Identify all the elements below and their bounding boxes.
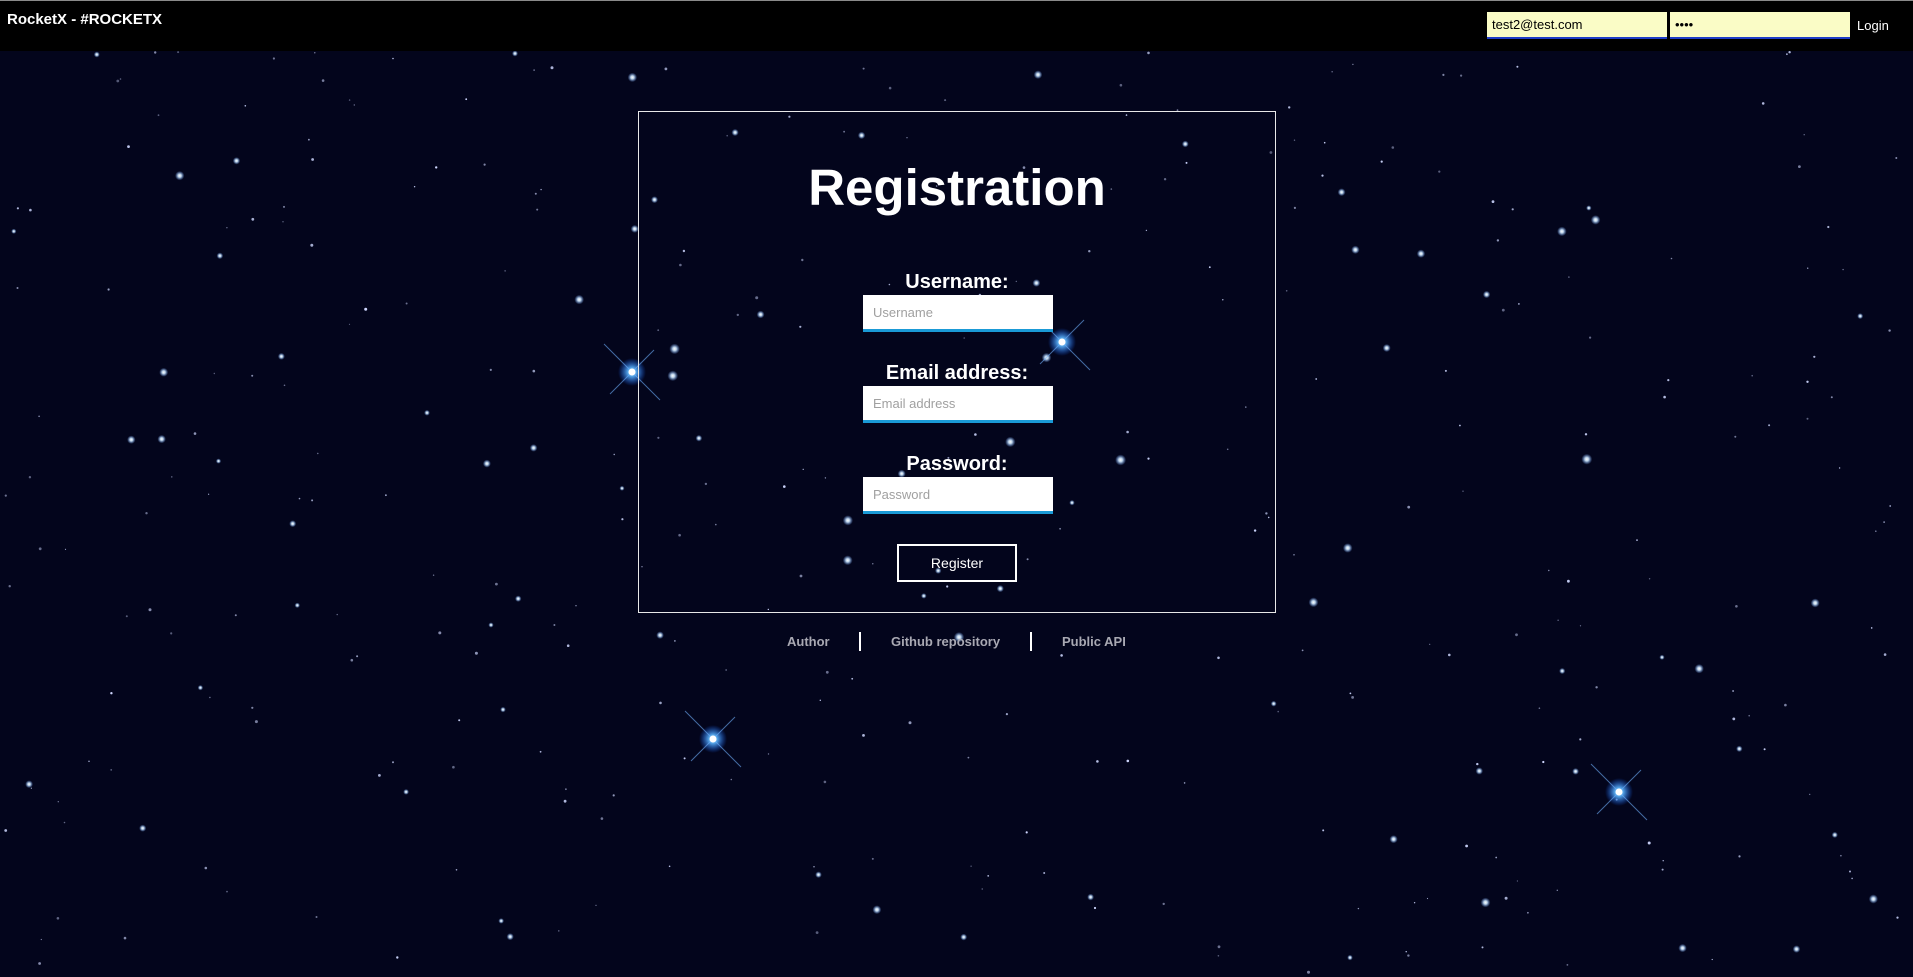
login-email-input[interactable] — [1487, 12, 1667, 39]
footer-github-link[interactable]: Github repository — [891, 634, 1000, 649]
footer-api-link[interactable]: Public API — [1062, 634, 1126, 649]
register-button[interactable]: Register — [897, 544, 1017, 582]
email-label: Email address: — [885, 362, 1029, 384]
footer-links: Author Github repository Public API — [0, 632, 1913, 652]
brand-title: RocketX - #ROCKETX — [7, 11, 163, 28]
footer-author-link[interactable]: Author — [787, 634, 830, 649]
login-password-input[interactable] — [1670, 12, 1850, 39]
registration-panel: Registration Username: Email address: Pa… — [638, 111, 1276, 613]
footer-separator — [1030, 632, 1032, 651]
username-label: Username: — [905, 271, 1009, 293]
top-navbar: RocketX - #ROCKETX Login — [0, 0, 1913, 51]
username-input[interactable] — [863, 295, 1053, 332]
footer-separator — [859, 632, 861, 651]
page-title: Registration — [808, 159, 1106, 216]
login-button[interactable]: Login — [1855, 14, 1891, 36]
password-input[interactable] — [863, 477, 1053, 514]
password-label: Password: — [906, 453, 1008, 475]
email-input[interactable] — [863, 386, 1053, 423]
